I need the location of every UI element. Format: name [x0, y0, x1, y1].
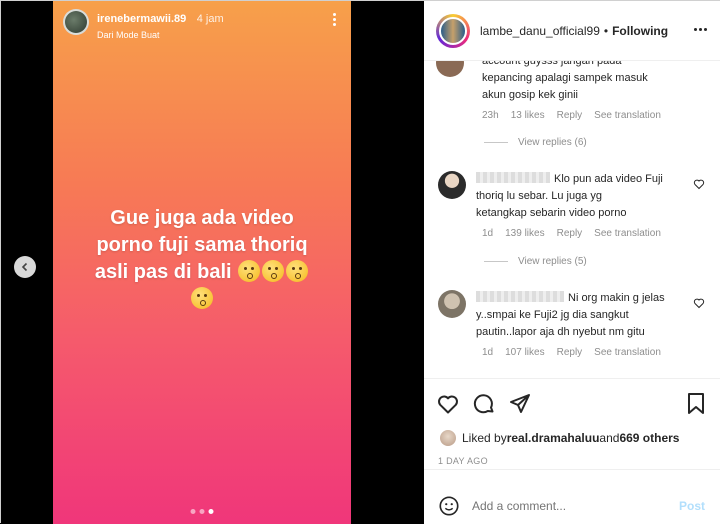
- comment-time: 23h: [482, 110, 499, 121]
- commenter-avatar[interactable]: [436, 61, 464, 77]
- comments-list[interactable]: account guysss jangan pada kepancing apa…: [424, 61, 720, 379]
- post-sidebar: lambe_danu_official99 • Following accoun…: [424, 1, 720, 524]
- add-comment-bar: Post: [424, 488, 720, 524]
- view-replies-label: View replies (6): [518, 137, 587, 148]
- comment-line: Klo pun ada video Fuji: [554, 173, 663, 185]
- comment-input[interactable]: [472, 499, 662, 513]
- chevron-left-icon: [21, 262, 28, 272]
- likes-summary[interactable]: Liked by real.dramahaluu and 669 others: [440, 430, 679, 446]
- likes-others[interactable]: 669 others: [619, 431, 679, 445]
- instagram-post-modal: irenebermawii.89 4 jam Dari Mode Buat Gu…: [0, 0, 720, 524]
- comment-line: ketangkap sebarin video porno: [476, 207, 627, 219]
- story-caption: Gue juga ada video porno fuji sama thori…: [71, 205, 333, 313]
- post-media: irenebermawii.89 4 jam Dari Mode Buat Gu…: [1, 1, 424, 524]
- like-heart-icon[interactable]: [436, 392, 460, 416]
- see-translation-link[interactable]: See translation: [594, 110, 661, 121]
- view-replies-label: View replies (5): [518, 256, 587, 267]
- comment: Klo pun ada video Fuji thoriq lu sebar. …: [476, 171, 696, 239]
- previous-slide-button[interactable]: [14, 256, 36, 278]
- see-translation-link[interactable]: See translation: [594, 347, 661, 358]
- story-avatar: [63, 9, 89, 35]
- comment-line: thoriq lu sebar. Lu juga yg: [476, 190, 602, 202]
- see-translation-link[interactable]: See translation: [594, 228, 661, 239]
- reply-button[interactable]: Reply: [557, 110, 583, 121]
- comment-line: Ni org makin g jelas: [568, 292, 665, 304]
- story-header: irenebermawii.89 4 jam Dari Mode Buat: [63, 9, 224, 40]
- share-send-icon[interactable]: [508, 392, 532, 416]
- carousel-dot-active: [208, 509, 214, 514]
- comment-text: Ni org makin g jelas y..smpai ke Fuji2 j…: [476, 290, 701, 341]
- separator-dot: •: [603, 23, 609, 38]
- story-image: irenebermawii.89 4 jam Dari Mode Buat Gu…: [53, 1, 351, 524]
- story-subtitle: Dari Mode Buat: [97, 30, 160, 40]
- story-more-icon: [333, 13, 337, 28]
- view-replies-button[interactable]: View replies (5): [484, 256, 587, 267]
- more-options-icon[interactable]: [694, 28, 707, 31]
- emoji-smiley-icon[interactable]: [438, 495, 460, 517]
- reply-button[interactable]: Reply: [557, 347, 583, 358]
- story-time: 4 jam: [196, 13, 224, 25]
- comment-likes[interactable]: 107 likes: [505, 347, 544, 358]
- likes-prefix: Liked by: [462, 431, 507, 445]
- comment-likes[interactable]: 13 likes: [511, 110, 545, 121]
- likes-middle: and: [599, 431, 620, 445]
- comment-text: account guysss jangan pada kepancing apa…: [482, 61, 702, 104]
- bookmark-save-icon[interactable]: [685, 392, 707, 416]
- view-replies-button[interactable]: View replies (6): [484, 137, 587, 148]
- following-button[interactable]: Following: [612, 24, 668, 38]
- blurred-username: [476, 172, 550, 183]
- comment-line: y..smpai ke Fuji2 jg dia sangkut: [476, 309, 629, 321]
- comment-line: kepancing apalagi sampek masuk: [482, 72, 648, 84]
- comment-line: pautin..lapor aja dh nyebut nm gitu: [476, 326, 645, 338]
- post-comment-button[interactable]: Post: [679, 499, 705, 513]
- comment-line: account guysss jangan pada: [482, 61, 622, 67]
- reply-button[interactable]: Reply: [557, 228, 583, 239]
- comment-meta: 23h 13 likes Reply See translation: [482, 110, 702, 121]
- post-actions: Liked by real.dramahaluu and 669 others …: [424, 380, 720, 470]
- kissing-face-emoji-icon: [262, 260, 285, 282]
- comment-meta: 1d 139 likes Reply See translation: [482, 228, 696, 239]
- kissing-face-emoji-icon: [286, 260, 309, 282]
- comment-line: akun gosip kek ginii: [482, 89, 579, 101]
- liker-username[interactable]: real.dramahaluu: [507, 431, 600, 445]
- poster-username[interactable]: lambe_danu_official99: [480, 24, 600, 38]
- comment-text: Klo pun ada video Fuji thoriq lu sebar. …: [476, 171, 696, 222]
- carousel-indicator: [190, 509, 214, 514]
- story-caption-line: Gue juga ada video: [110, 207, 294, 229]
- commenter-avatar[interactable]: [438, 171, 466, 199]
- kissing-face-emoji-icon: [191, 287, 213, 309]
- liker-avatar: [440, 430, 456, 446]
- carousel-dot: [199, 509, 205, 514]
- comment-time: 1d: [482, 228, 494, 239]
- story-username: irenebermawii.89: [97, 13, 187, 25]
- story-caption-line: porno fuji sama thoriq: [96, 234, 308, 256]
- comment: account guysss jangan pada kepancing apa…: [482, 61, 702, 121]
- poster-avatar[interactable]: [436, 13, 470, 48]
- carousel-dot: [190, 509, 196, 514]
- blurred-username: [476, 291, 564, 302]
- comment-bubble-icon[interactable]: [472, 392, 496, 416]
- comment: Ni org makin g jelas y..smpai ke Fuji2 j…: [476, 290, 701, 358]
- comment-likes[interactable]: 139 likes: [505, 228, 544, 239]
- story-caption-line: asli pas di bali: [94, 261, 232, 283]
- kissing-face-emoji-icon: [238, 260, 261, 282]
- post-date: 1 DAY AGO: [438, 456, 488, 466]
- comment-meta: 1d 107 likes Reply See translation: [482, 347, 701, 358]
- commenter-avatar[interactable]: [438, 290, 466, 318]
- comment-time: 1d: [482, 347, 494, 358]
- post-header: lambe_danu_official99 • Following: [424, 1, 720, 61]
